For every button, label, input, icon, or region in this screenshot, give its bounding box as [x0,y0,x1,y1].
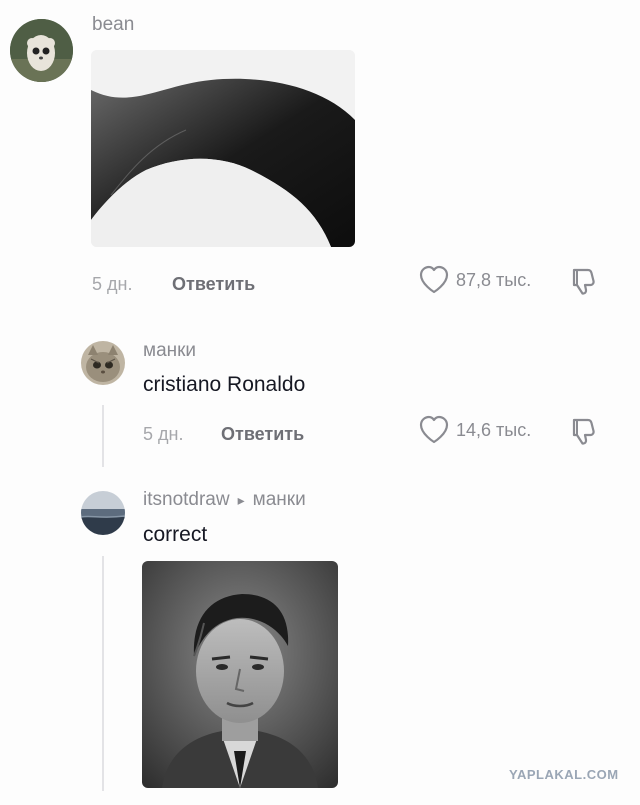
thread-line [102,556,104,791]
like-button[interactable]: 14,6 тыс. [418,415,531,445]
comment-time: 5 дн. [143,424,184,444]
comment-username[interactable]: манки [143,340,196,362]
comment-username[interactable]: itsnotdraw [143,489,230,511]
comment-text: cristiano Ronaldo [143,373,306,396]
comment-header: itsnotdraw ▸ манки [143,489,306,511]
comment-username[interactable]: bean [92,14,134,36]
avatar-bean[interactable] [10,19,73,82]
like-count: 14,6 тыс. [456,419,532,440]
reply-button[interactable]: Ответить [172,274,255,295]
watermark: YAPLAKAL.COM [509,767,619,782]
comment-image-portrait[interactable] [142,561,338,788]
like-button[interactable]: 87,8 тыс. [418,265,531,295]
avatar-manki[interactable] [81,341,125,385]
comment-text: correct [143,523,208,546]
heart-icon [418,415,450,445]
dislike-icon[interactable] [568,416,598,446]
comment-image-hair[interactable] [91,50,355,247]
reply-arrow-icon: ▸ [237,491,245,508]
dislike-icon[interactable] [568,266,598,296]
like-count: 87,8 тыс. [456,269,532,290]
comment-time: 5 дн. [92,274,133,294]
heart-icon [418,265,450,295]
avatar-itsnotdraw[interactable] [81,491,125,535]
reply-to-username[interactable]: манки [253,489,306,511]
thread-line [102,405,104,467]
reply-button[interactable]: Ответить [221,424,304,445]
